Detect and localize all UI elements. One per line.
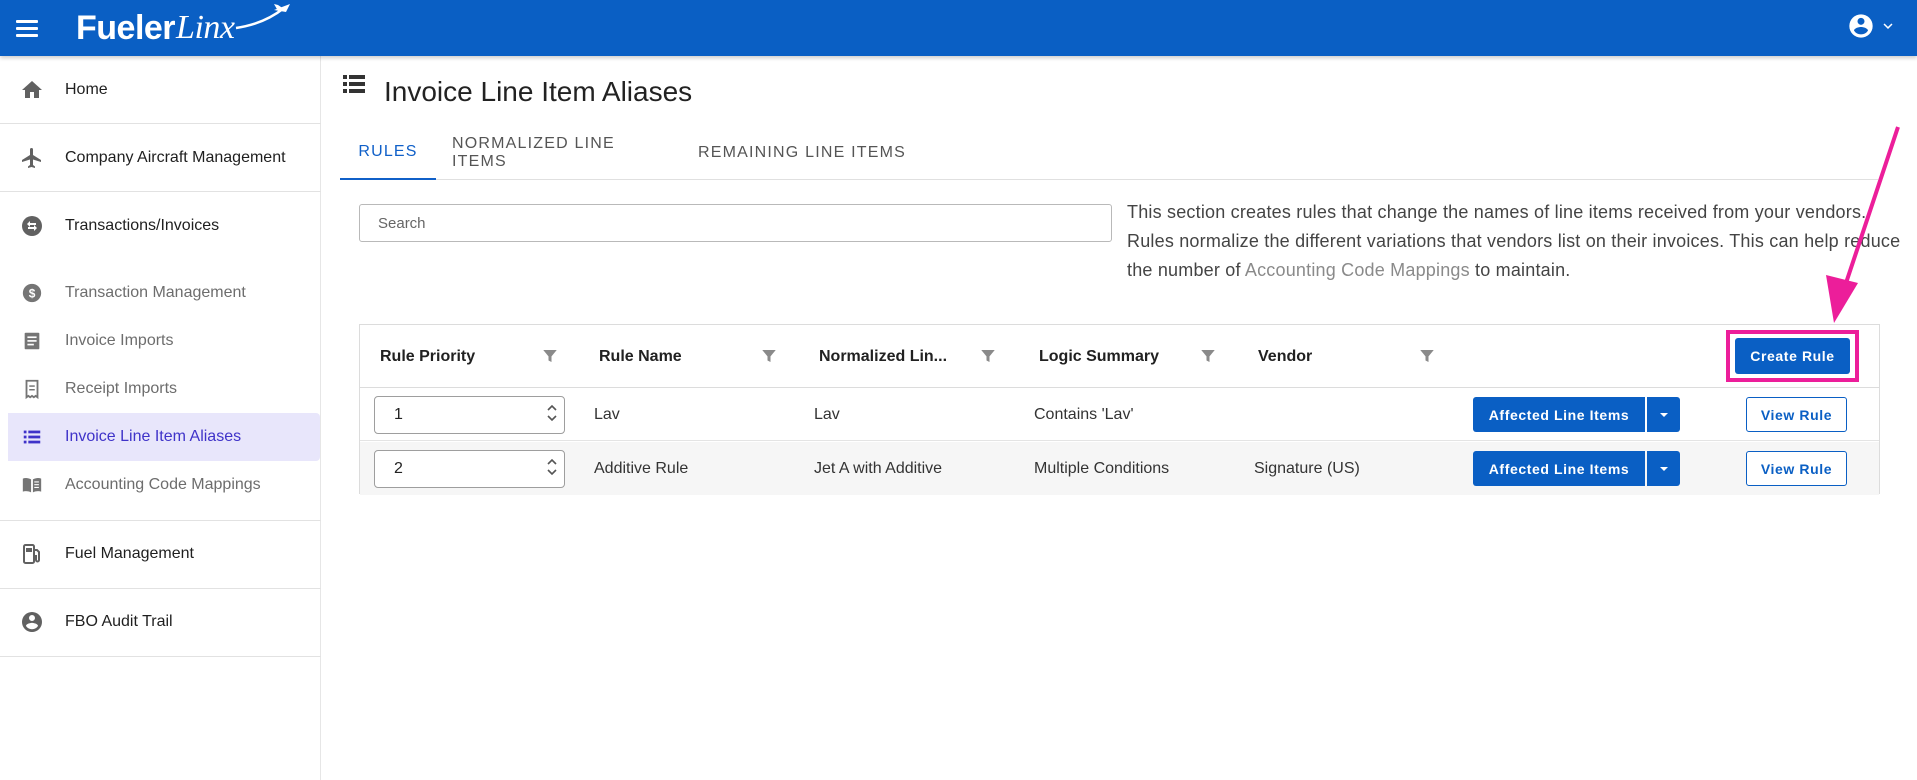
rule-priority-input[interactable]: 2 [374, 450, 565, 488]
rule-name-cell: Lav [594, 405, 620, 423]
create-rule-button[interactable]: Create Rule [1735, 338, 1850, 374]
column-header-normalized-line-item[interactable]: Normalized Lin... [819, 325, 947, 388]
sidebar-item-accounting-code-mappings[interactable]: Accounting Code Mappings [0, 463, 321, 507]
sidebar-item-label: Transaction Management [65, 284, 246, 301]
sidebar-item-label: Company Aircraft Management [65, 149, 286, 166]
annotation-arrow-icon [1826, 126, 1900, 323]
sidebar-item-label: Invoice Imports [65, 332, 174, 349]
search-input[interactable] [359, 204, 1112, 242]
filter-icon[interactable] [760, 347, 778, 365]
sidebar-item-transaction-management[interactable]: $ Transaction Management [0, 271, 321, 315]
rule-priority-input[interactable]: 1 [374, 396, 565, 434]
account-menu[interactable] [1847, 12, 1897, 40]
affected-line-items-split-button: Affected Line Items [1473, 397, 1680, 432]
priority-stepper[interactable] [546, 403, 558, 423]
column-header-rule-name[interactable]: Rule Name [599, 325, 682, 388]
table-row: 1 Lav Lav Contains 'Lav' Affected Line I… [360, 388, 1879, 441]
rule-name-cell: Additive Rule [594, 459, 689, 477]
tab-rules[interactable]: RULES [340, 126, 436, 180]
list-icon [20, 425, 44, 449]
sidebar-item-invoice-imports[interactable]: Invoice Imports [0, 319, 321, 363]
affected-line-items-button[interactable]: Affected Line Items [1473, 397, 1645, 432]
chevron-down-icon[interactable] [546, 468, 558, 477]
sidebar-item-label: Home [65, 81, 108, 98]
fuel-pump-icon [20, 542, 44, 566]
affected-line-items-dropdown[interactable] [1647, 397, 1680, 432]
chevron-up-icon[interactable] [546, 403, 558, 412]
normalized-cell: Lav [814, 405, 840, 423]
chevron-up-icon[interactable] [546, 457, 558, 466]
page-title-icon [343, 74, 365, 94]
section-description: This section creates rules that change t… [1127, 198, 1907, 285]
tab-bar: RULES NORMALIZED LINE ITEMS REMAINING LI… [340, 126, 1878, 180]
document-icon [20, 329, 44, 353]
caret-down-icon [1659, 412, 1668, 417]
airplane-icon [20, 146, 44, 170]
dollar-icon: $ [20, 281, 44, 305]
filter-icon[interactable] [1199, 347, 1217, 365]
view-rule-button[interactable]: View Rule [1746, 451, 1847, 486]
priority-stepper[interactable] [546, 457, 558, 477]
caret-down-icon [1659, 466, 1668, 471]
divider [0, 588, 321, 589]
filter-icon[interactable] [541, 347, 559, 365]
sidebar-item-fuel-management[interactable]: Fuel Management [0, 531, 321, 577]
sidebar-item-label: Accounting Code Mappings [65, 476, 261, 493]
account-circle-icon [1849, 14, 1873, 38]
book-icon [20, 473, 44, 497]
logo-airplane-icon [235, 4, 290, 30]
sidebar-item-label: Fuel Management [65, 545, 194, 562]
table-row: 2 Additive Rule Jet A with Additive Mult… [360, 442, 1879, 495]
accounting-code-mappings-link[interactable]: Accounting Code Mappings [1245, 260, 1470, 280]
tab-normalized-line-items[interactable]: NORMALIZED LINE ITEMS [452, 126, 668, 180]
sidebar: Home Company Aircraft Management Transac… [0, 56, 321, 780]
affected-line-items-dropdown[interactable] [1647, 451, 1680, 486]
sidebar-item-transactions-invoices[interactable]: Transactions/Invoices [0, 203, 321, 249]
page-title: Invoice Line Item Aliases [384, 76, 693, 107]
rule-priority-value: 1 [394, 406, 403, 423]
affected-line-items-button[interactable]: Affected Line Items [1473, 451, 1645, 486]
view-rule-button[interactable]: View Rule [1746, 397, 1847, 432]
chevron-down-icon [1883, 23, 1893, 29]
sidebar-item-label: FBO Audit Trail [65, 613, 173, 630]
affected-line-items-split-button: Affected Line Items [1473, 451, 1680, 486]
account-circle-icon [20, 610, 44, 634]
sidebar-item-invoice-line-item-aliases[interactable]: Invoice Line Item Aliases [8, 413, 320, 461]
svg-text:$: $ [29, 287, 36, 301]
rule-priority-value: 2 [394, 460, 403, 477]
sidebar-item-label: Transactions/Invoices [65, 217, 220, 234]
logo-text-secondary: Linx [176, 9, 235, 46]
sidebar-item-label: Invoice Line Item Aliases [65, 428, 242, 445]
sidebar-item-company-aircraft-management[interactable]: Company Aircraft Management [0, 135, 321, 181]
normalized-cell: Jet A with Additive [814, 459, 943, 477]
sidebar-item-home[interactable]: Home [0, 67, 321, 113]
sidebar-item-label: Receipt Imports [65, 380, 178, 397]
filter-icon[interactable] [979, 347, 997, 365]
logic-summary-cell: Contains 'Lav' [1034, 405, 1134, 423]
vendor-cell: Signature (US) [1254, 459, 1360, 477]
divider [0, 191, 321, 192]
description-text-end: to maintain. [1469, 260, 1571, 280]
divider [0, 656, 321, 657]
tab-remaining-line-items[interactable]: REMAINING LINE ITEMS [684, 126, 920, 180]
grid-header-row: Rule Priority Rule Name Normalized Lin..… [360, 325, 1879, 388]
chevron-down-icon[interactable] [546, 414, 558, 423]
filter-icon[interactable] [1418, 347, 1436, 365]
menu-icon[interactable] [16, 16, 40, 40]
swap-icon [20, 214, 44, 238]
home-icon [20, 78, 44, 102]
rules-grid: Rule Priority Rule Name Normalized Lin..… [359, 324, 1880, 495]
sidebar-item-fbo-audit-trail[interactable]: FBO Audit Trail [0, 599, 321, 645]
receipt-icon [20, 377, 44, 401]
app-logo[interactable]: Fueler Linx [76, 4, 290, 50]
column-header-vendor[interactable]: Vendor [1258, 325, 1312, 388]
sidebar-item-receipt-imports[interactable]: Receipt Imports [0, 367, 321, 411]
column-header-logic-summary[interactable]: Logic Summary [1039, 325, 1159, 388]
column-header-rule-priority[interactable]: Rule Priority [380, 325, 475, 388]
divider [0, 520, 321, 521]
logo-text-primary: Fueler [76, 8, 176, 47]
top-app-bar: Fueler Linx [0, 0, 1917, 56]
logic-summary-cell: Multiple Conditions [1034, 459, 1170, 477]
divider [0, 123, 321, 124]
